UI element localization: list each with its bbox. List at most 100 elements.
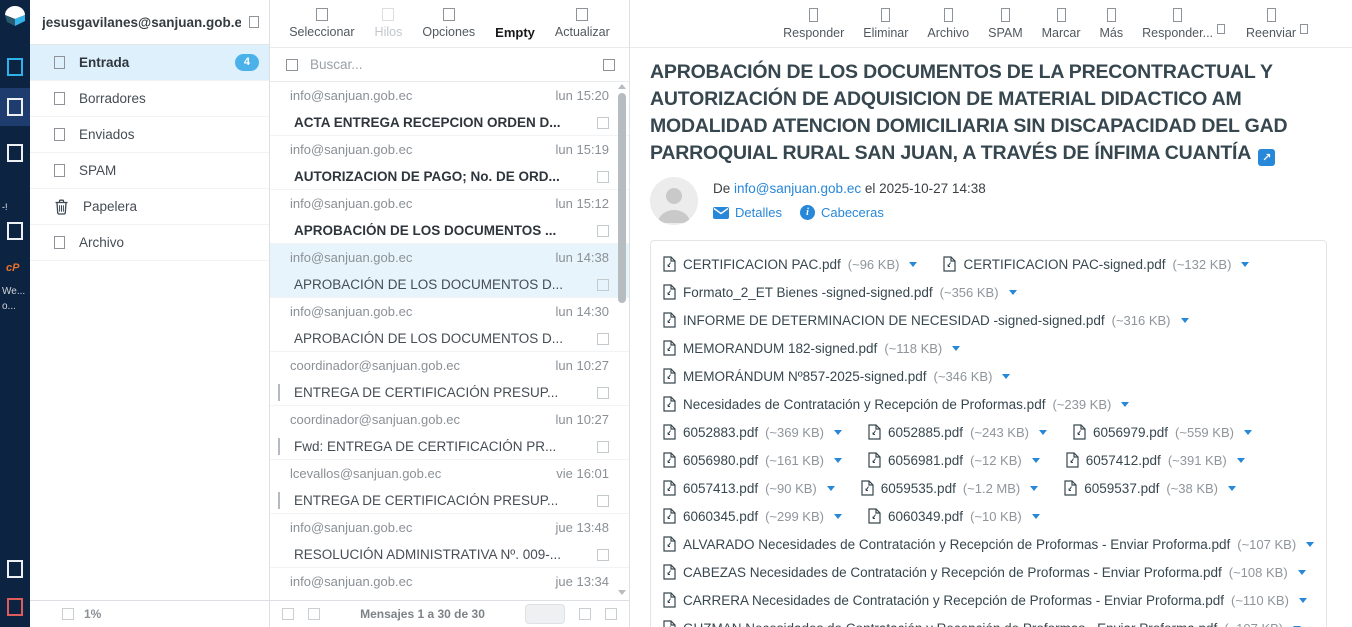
search-bar[interactable]	[270, 48, 629, 82]
message-row[interactable]: info@sanjuan.gob.eclun 14:30 APROBACIÓN …	[270, 298, 629, 352]
select-button[interactable]: Seleccionar	[289, 8, 354, 39]
threads-button[interactable]: Hilos	[375, 8, 403, 39]
rail-settings-icon[interactable]	[7, 222, 23, 240]
mark-button[interactable]: Marcar	[1042, 8, 1081, 40]
caret-down-icon[interactable]	[1032, 514, 1040, 519]
search-icon[interactable]	[286, 59, 298, 71]
caret-down-icon[interactable]	[1237, 458, 1245, 463]
caret-down-icon[interactable]	[827, 486, 835, 491]
sender-email-link[interactable]: info@sanjuan.gob.ec	[734, 181, 861, 196]
account-header[interactable]: jesusgavilanes@sanjuan.gob.ec	[30, 0, 269, 45]
options-button[interactable]: Opciones	[422, 8, 475, 39]
attachment[interactable]: MEMORANDUM 182-signed.pdf (~118 KB)	[663, 340, 960, 356]
reply-button[interactable]: Responder	[783, 8, 844, 40]
rail-selected-icon[interactable]	[7, 98, 23, 116]
headers-link[interactable]: i Cabeceras	[800, 205, 884, 220]
message-checkbox[interactable]	[597, 549, 609, 561]
search-input[interactable]	[310, 57, 591, 72]
message-checkbox[interactable]	[597, 495, 609, 507]
message-checkbox[interactable]	[597, 117, 609, 129]
caret-down-icon[interactable]	[1030, 486, 1038, 491]
attachment[interactable]: 6060349.pdf (~10 KB)	[868, 508, 1040, 524]
message-checkbox[interactable]	[597, 441, 609, 453]
sidebar-item-borradores[interactable]: Borradores	[30, 81, 269, 117]
caret-down-icon[interactable]	[909, 262, 917, 267]
list-scrollbar-thumb[interactable]	[618, 93, 626, 303]
attachment[interactable]: Necesidades de Contratación y Recepción …	[663, 396, 1129, 412]
message-row[interactable]: info@sanjuan.gob.ecjue 13:34	[270, 568, 629, 600]
spam-button[interactable]: SPAM	[988, 8, 1023, 40]
message-checkbox[interactable]	[597, 225, 609, 237]
attachment[interactable]: GUZMAN Necesidades de Contratación y Rec…	[663, 620, 1301, 627]
attachment[interactable]: 6056980.pdf (~161 KB)	[663, 452, 842, 468]
sidebar-item-spam[interactable]: SPAM	[30, 153, 269, 189]
caret-down-icon[interactable]	[1299, 598, 1307, 603]
list-mode-icon[interactable]	[308, 608, 320, 620]
caret-down-icon[interactable]	[1228, 486, 1236, 491]
caret-down-icon[interactable]	[1306, 542, 1314, 547]
sidebar-item-papelera[interactable]: Papelera	[30, 189, 269, 225]
sidebar-item-archivo[interactable]: Archivo	[30, 225, 269, 261]
attachment[interactable]: 6059535.pdf (~1.2 MB)	[861, 480, 1039, 496]
caret-down-icon[interactable]	[834, 514, 842, 519]
message-row[interactable]: info@sanjuan.gob.eclun 15:19 AUTORIZACIO…	[270, 136, 629, 190]
prev-page-icon[interactable]	[579, 608, 591, 620]
rail-about-icon[interactable]	[7, 560, 23, 578]
attachment[interactable]: 6056979.pdf (~559 KB)	[1073, 424, 1252, 440]
caret-down-icon[interactable]	[1032, 458, 1040, 463]
attachment[interactable]: 6057413.pdf (~90 KB)	[663, 480, 835, 496]
message-row[interactable]: lcevallos@sanjuan.gob.ecvie 16:01 ENTREG…	[270, 460, 629, 514]
attachment[interactable]: ALVARADO Necesidades de Contratación y R…	[663, 536, 1314, 552]
caret-down-icon[interactable]	[1244, 430, 1252, 435]
attachment[interactable]: 6059537.pdf (~38 KB)	[1064, 480, 1236, 496]
delete-button[interactable]: Eliminar	[863, 8, 908, 40]
list-scrollbar[interactable]	[615, 84, 628, 597]
attachment[interactable]: 6052883.pdf (~369 KB)	[663, 424, 842, 440]
caret-down-icon[interactable]	[1298, 570, 1306, 575]
caret-down-icon[interactable]	[952, 346, 960, 351]
reply-all-button[interactable]: Responder...	[1142, 8, 1213, 40]
message-checkbox[interactable]	[597, 279, 609, 291]
caret-down-icon[interactable]	[834, 458, 842, 463]
account-menu-icon[interactable]	[249, 16, 259, 28]
scroll-up-arrow-icon[interactable]	[618, 84, 626, 89]
select-all-checkbox[interactable]	[282, 608, 294, 620]
attachment[interactable]: CABEZAS Necesidades de Contratación y Re…	[663, 564, 1306, 580]
open-in-new-window-icon[interactable]: ↗	[1258, 149, 1275, 166]
archive-button[interactable]: Archivo	[927, 8, 969, 40]
attachment[interactable]: 6052885.pdf (~243 KB)	[868, 424, 1047, 440]
attachment[interactable]: Formato_2_ET Bienes -signed-signed.pdf (…	[663, 284, 1017, 300]
caret-down-icon[interactable]	[1002, 374, 1010, 379]
caret-down-icon[interactable]	[1009, 290, 1017, 295]
message-row[interactable]: coordinador@sanjuan.gob.eclun 10:27 ENTR…	[270, 352, 629, 406]
message-row[interactable]: info@sanjuan.gob.eclun 15:20 ACTA ENTREG…	[270, 82, 629, 136]
forward-dropdown-icon[interactable]	[1300, 24, 1308, 34]
caret-down-icon[interactable]	[1241, 262, 1249, 267]
attachment[interactable]: 6060345.pdf (~299 KB)	[663, 508, 842, 524]
reply-all-dropdown-icon[interactable]	[1217, 24, 1225, 34]
attachment[interactable]: 6056981.pdf (~12 KB)	[868, 452, 1040, 468]
rail-logout-icon[interactable]	[7, 598, 23, 616]
message-checkbox[interactable]	[597, 387, 609, 399]
rail-contacts-icon[interactable]	[7, 144, 23, 162]
refresh-button[interactable]: Actualizar	[555, 8, 610, 39]
details-link[interactable]: Detalles	[713, 205, 782, 220]
scroll-down-arrow-icon[interactable]	[618, 590, 626, 595]
rail-mail-icon[interactable]	[7, 58, 23, 76]
message-row[interactable]: info@sanjuan.gob.eclun 15:12 APROBACIÓN …	[270, 190, 629, 244]
caret-down-icon[interactable]	[1121, 402, 1129, 407]
caret-down-icon[interactable]	[1039, 430, 1047, 435]
message-row-selected[interactable]: info@sanjuan.gob.eclun 14:38 APROBACIÓN …	[270, 244, 629, 298]
sidebar-item-enviados[interactable]: Enviados	[30, 117, 269, 153]
page-jump-button[interactable]	[525, 604, 565, 624]
forward-button[interactable]: Reenviar	[1246, 8, 1296, 40]
empty-button[interactable]: Empty	[495, 8, 535, 40]
search-options-icon[interactable]	[603, 59, 615, 71]
message-checkbox[interactable]	[597, 333, 609, 345]
attachment[interactable]: CERTIFICACION PAC-signed.pdf (~132 KB)	[943, 256, 1249, 272]
attachment[interactable]: MEMORÁNDUM Nº857-2025-signed.pdf (~346 K…	[663, 368, 1010, 384]
message-row[interactable]: info@sanjuan.gob.ecjue 13:48 RESOLUCIÓN …	[270, 514, 629, 568]
caret-down-icon[interactable]	[1181, 318, 1189, 323]
more-button[interactable]: Más	[1100, 8, 1124, 40]
message-checkbox[interactable]	[597, 171, 609, 183]
